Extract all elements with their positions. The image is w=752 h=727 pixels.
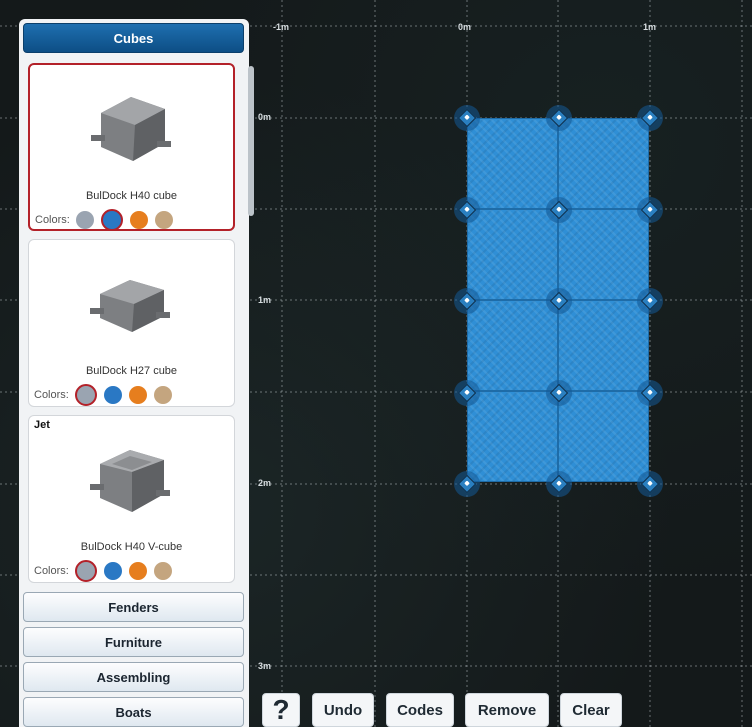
dock-cube[interactable] xyxy=(467,118,558,209)
color-swatch-blue[interactable] xyxy=(100,209,123,231)
colors-label: Colors: xyxy=(34,565,69,577)
product-name: BulDock H40 V-cube xyxy=(80,541,183,553)
v-cube-thumbnail xyxy=(90,450,170,512)
product-badge: Jet xyxy=(34,419,50,431)
color-swatch-orange[interactable] xyxy=(129,211,148,229)
x-scale-label: 0m xyxy=(458,22,472,32)
x-scale-label: -1m xyxy=(273,22,290,32)
remove-button[interactable]: Remove xyxy=(465,693,549,727)
product-list: BulDock H40 cube Colors: BulDock H27 cub… xyxy=(23,63,244,605)
product-list-scrollbar[interactable] xyxy=(245,63,257,605)
category-fenders-button[interactable]: Fenders xyxy=(23,592,244,622)
dock-platform[interactable] xyxy=(454,105,663,497)
colors-label: Colors: xyxy=(34,389,69,401)
y-scale-label: 3m xyxy=(258,661,272,671)
category-boats-button[interactable]: Boats xyxy=(23,697,244,727)
color-swatch-blue[interactable] xyxy=(103,562,122,580)
dock-cube[interactable] xyxy=(558,209,649,300)
color-swatch-beige[interactable] xyxy=(154,211,173,229)
y-scale-label: 2m xyxy=(258,478,272,488)
category-cubes-button[interactable]: Cubes xyxy=(23,23,244,53)
color-swatch-orange[interactable] xyxy=(128,562,147,580)
dock-cube[interactable] xyxy=(558,391,649,482)
colors-label: Colors: xyxy=(35,214,70,226)
help-button[interactable]: ? xyxy=(262,693,300,727)
cube-thumbnail xyxy=(90,280,170,332)
dock-cube[interactable] xyxy=(467,209,558,300)
color-swatch-gray[interactable] xyxy=(74,560,97,582)
product-name: BulDock H40 cube xyxy=(85,190,178,202)
category-furniture-button[interactable]: Furniture xyxy=(23,627,244,657)
color-swatch-gray[interactable] xyxy=(74,384,97,406)
dock-cube[interactable] xyxy=(558,118,649,209)
color-swatch-beige[interactable] xyxy=(153,562,172,580)
undo-button[interactable]: Undo xyxy=(312,693,374,727)
design-canvas[interactable]: -1m 0m 1m 0m 1m 2m 3m Cubes BulDock H40 … xyxy=(0,0,752,727)
codes-button[interactable]: Codes xyxy=(386,693,454,727)
product-card[interactable]: BulDock H40 cube Colors: xyxy=(28,63,235,231)
product-panel: Cubes BulDock H40 cube Colors: BulDock H… xyxy=(19,19,254,727)
scrollbar-thumb[interactable] xyxy=(248,66,254,216)
dock-cube[interactable] xyxy=(467,391,558,482)
product-card[interactable]: BulDock H27 cube Colors: xyxy=(28,239,235,407)
color-swatch-beige[interactable] xyxy=(153,386,172,404)
color-swatch-gray[interactable] xyxy=(75,211,94,229)
color-swatch-orange[interactable] xyxy=(128,386,147,404)
y-scale-label: 1m xyxy=(258,295,272,305)
color-options: Colors: xyxy=(34,384,179,406)
y-scale-label: 0m xyxy=(258,112,272,122)
color-swatch-blue[interactable] xyxy=(103,386,122,404)
product-name: BulDock H27 cube xyxy=(85,365,178,377)
product-card[interactable]: Jet BulDock H40 V-cube Colors: xyxy=(28,415,235,583)
color-options: Colors: xyxy=(35,209,180,231)
dock-cube[interactable] xyxy=(558,300,649,391)
color-options: Colors: xyxy=(34,560,179,582)
cube-thumbnail xyxy=(91,97,171,161)
category-assembling-button[interactable]: Assembling xyxy=(23,662,244,692)
x-scale-label: 1m xyxy=(643,22,657,32)
dock-cube[interactable] xyxy=(467,300,558,391)
clear-button[interactable]: Clear xyxy=(560,693,622,727)
